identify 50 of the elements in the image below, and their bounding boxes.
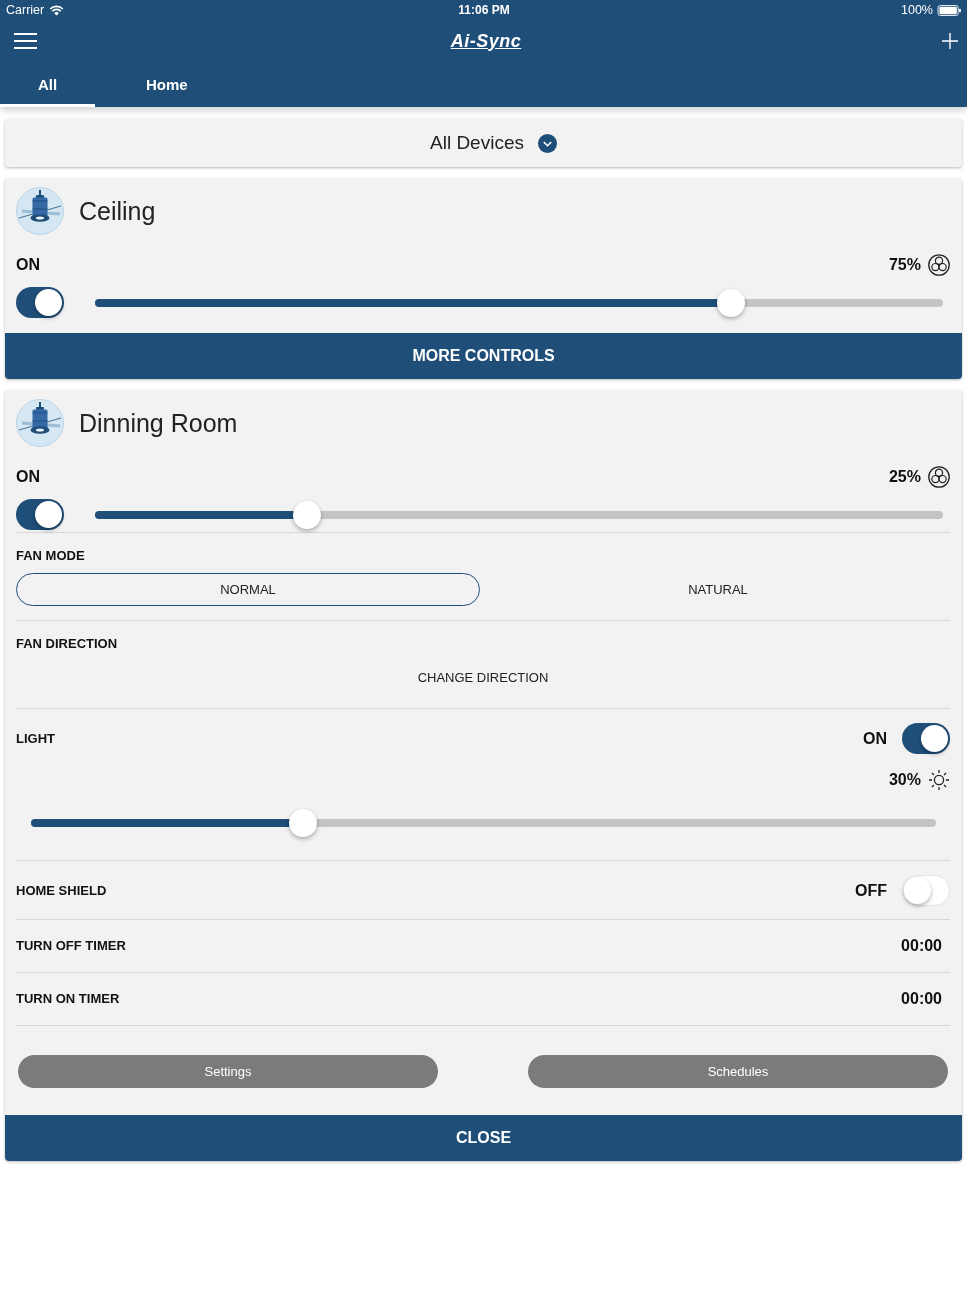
device-name: Ceiling [79,196,156,226]
fan-mode-option[interactable]: NATURAL [486,573,950,606]
power-toggle[interactable] [16,499,64,530]
sun-icon [928,769,950,791]
device-filter-dropdown[interactable]: All Devices [5,119,962,167]
section-label: LIGHT [16,730,55,747]
slider-thumb[interactable] [293,500,321,529]
timer-label: TURN OFF TIMER [16,938,126,954]
battery-icon [937,4,962,16]
light-state-label: ON [863,729,887,748]
timer-label: TURN ON TIMER [16,991,120,1007]
tab[interactable]: All [0,62,95,107]
power-label: ON [16,256,40,274]
clock: 11:06 PM [458,3,510,17]
menu-icon[interactable] [14,33,37,49]
wifi-icon [49,4,65,16]
light-toggle[interactable] [902,723,950,754]
schedules-button[interactable]: Schedules [528,1055,948,1088]
fan-icon [928,466,950,488]
slider-thumb[interactable] [717,288,745,317]
brightness-value: 30% [888,771,921,789]
tab[interactable]: Home [118,62,216,107]
section-label: FAN DIRECTION [16,636,119,652]
fan-speed-value: 75% [888,256,921,274]
fan-speed-slider[interactable] [95,288,943,317]
power-label: ON [16,468,40,486]
timer-value[interactable]: 00:00 [901,990,942,1008]
fan-speed-slider[interactable] [95,500,943,529]
battery-percent: 100% [901,3,933,17]
section-label: HOME SHIELD [16,882,107,899]
power-toggle[interactable] [16,287,64,318]
fan-speed-value: 25% [888,468,921,486]
more-controls-button[interactable]: MORE CONTROLS [5,333,962,379]
timer-value[interactable]: 00:00 [901,937,942,955]
settings-button[interactable]: Settings [18,1055,438,1088]
add-icon[interactable] [942,33,958,49]
device-name: Dinning Room [79,408,238,438]
fan-icon [928,254,950,276]
chevron-down-icon [538,133,557,153]
section-label: FAN MODE [16,548,86,564]
slider-thumb[interactable] [288,809,317,837]
ceiling-fan-icon [16,187,64,235]
close-button[interactable]: CLOSE [5,1115,962,1161]
carrier-label: Carrier [6,3,45,17]
ceiling-fan-icon [16,399,64,447]
change-direction-button[interactable]: CHANGE DIRECTION [411,663,555,691]
home-shield-state-label: OFF [855,881,887,900]
brightness-slider[interactable] [31,809,936,837]
home-shield-toggle[interactable] [902,875,950,906]
app-logo: Ai-Sync [450,30,522,52]
